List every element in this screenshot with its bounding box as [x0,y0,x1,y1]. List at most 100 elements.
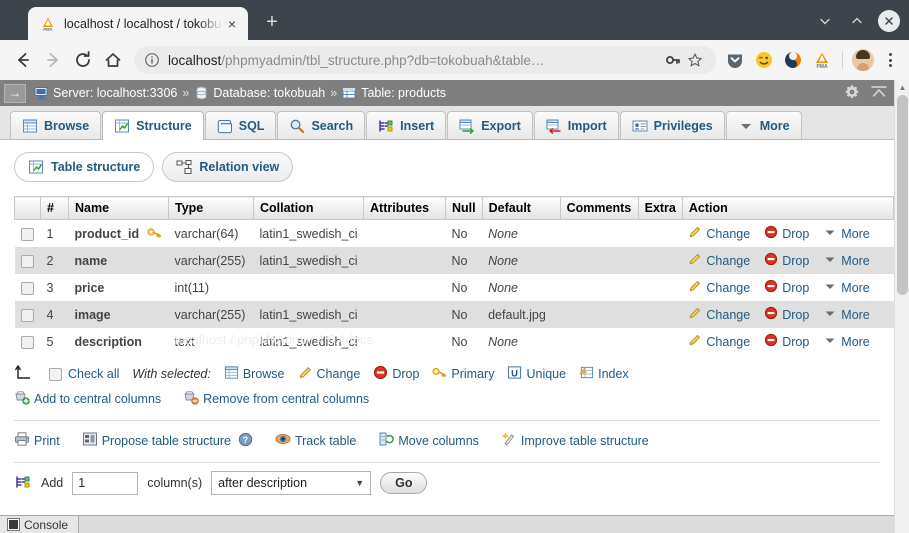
minimize-button[interactable] [811,8,839,34]
col-header-default[interactable]: Default [482,197,560,220]
close-window-button[interactable] [875,8,903,34]
subtab-table-structure[interactable]: Table structure [14,152,154,182]
emoji-icon[interactable] [751,47,777,73]
console-toggle-button[interactable]: Console [0,516,79,533]
tab-export[interactable]: Export [447,111,533,139]
row-checkbox-cell[interactable] [15,274,41,301]
tab-insert[interactable]: Insert [366,111,446,139]
collapse-up-icon[interactable] [870,84,888,103]
tab-sql[interactable]: SQL [205,111,277,139]
scroll-up-arrow[interactable]: ▲ [895,80,909,95]
forward-button[interactable] [38,45,68,75]
tab-privileges-label: Privileges [654,119,713,133]
tab-search[interactable]: Search [277,111,365,139]
check-all-checkbox[interactable]: Check all [49,367,119,381]
row-drop-action[interactable]: Drop [764,333,809,350]
new-tab-button[interactable]: + [258,9,286,37]
row-change-action[interactable]: Change [688,306,750,323]
add-to-central-columns[interactable]: Add to central columns [14,390,161,408]
row-checkbox[interactable] [21,228,34,241]
maximize-button[interactable] [843,8,871,34]
avatar[interactable] [850,47,876,73]
tab-structure[interactable]: Structure [102,111,204,140]
breadcrumb-toggle-button[interactable]: → [4,84,26,103]
row-more-action[interactable]: More [823,333,869,350]
row-more-action[interactable]: More [823,252,869,269]
tab-more[interactable]: More [726,111,802,139]
row-checkbox[interactable] [21,282,34,295]
row-drop-action[interactable]: Drop [764,225,809,242]
help-icon[interactable]: ? [238,432,253,450]
back-button[interactable] [8,45,38,75]
pocket-icon[interactable] [722,47,748,73]
star-icon[interactable] [684,52,706,68]
row-null: No [446,220,483,248]
col-header-comments[interactable]: Comments [560,197,638,220]
row-change-action[interactable]: Change [688,279,750,296]
propose-table-structure-action[interactable]: Propose table structure ? [82,431,253,450]
breadcrumb-item-server[interactable]: Server: localhost:3306 [34,86,177,100]
row-checkbox[interactable] [21,309,34,322]
tab-browse[interactable]: Browse [10,111,101,139]
address-bar[interactable]: localhost/phpmyadmin/tbl_structure.php?d… [134,46,716,74]
key-icon[interactable] [662,52,684,68]
browser-tab[interactable]: PMA localhost / localhost / tokobuah × [28,7,248,40]
subtab-relation-view[interactable]: Relation view [162,152,293,182]
page-scrollbar[interactable]: ▲ [894,80,909,533]
remove-from-central-columns[interactable]: Remove from central columns [183,390,369,408]
print-action[interactable]: Print [14,431,60,450]
tab-privileges[interactable]: Privileges [620,111,725,139]
with-selected-primary[interactable]: Primary [432,366,494,383]
tab-import[interactable]: Import [534,111,619,139]
row-checkbox-cell[interactable] [15,301,41,328]
row-checkbox[interactable] [21,255,34,268]
row-checkbox-cell[interactable] [15,328,41,355]
col-header-extra[interactable]: Extra [638,197,682,220]
with-selected-unique[interactable]: U Unique [507,365,566,383]
breadcrumb-item-database[interactable]: Database: tokobuah [194,86,325,100]
position-select[interactable]: after description ▼ [211,471,371,495]
breadcrumb-item-table[interactable]: Table: products [342,86,446,100]
yin-yang-icon[interactable] [780,47,806,73]
row-checkbox[interactable] [21,336,34,349]
col-header-type[interactable]: Type [169,197,254,220]
improve-table-structure-action[interactable]: Improve table structure [501,431,649,450]
row-more-action[interactable]: More [823,225,869,242]
with-selected-drop[interactable]: Drop [373,365,419,383]
column-count-input[interactable] [72,472,138,495]
info-circle-icon[interactable] [144,52,160,68]
col-header-select[interactable] [15,197,41,220]
row-drop-label: Drop [782,254,809,268]
row-checkbox-cell[interactable] [15,220,41,248]
close-tab-icon[interactable]: × [224,16,240,32]
row-drop-action[interactable]: Drop [764,279,809,296]
move-columns-action[interactable]: Move columns [378,431,479,450]
row-more-action[interactable]: More [823,306,869,323]
with-selected-change[interactable]: Change [298,365,361,383]
tab-sql-label: SQL [239,119,265,133]
col-header-attributes[interactable]: Attributes [364,197,446,220]
with-selected-index[interactable]: Index [579,365,629,383]
row-change-action[interactable]: Change [688,252,750,269]
col-header-null[interactable]: Null [446,197,483,220]
row-drop-action[interactable]: Drop [764,306,809,323]
row-more-action[interactable]: More [823,279,869,296]
go-button[interactable]: Go [380,472,427,494]
row-checkbox-cell[interactable] [15,247,41,274]
browser-menu-button[interactable] [879,47,901,73]
phpmyadmin-icon[interactable]: PMA [809,47,835,73]
row-change-action[interactable]: Change [688,225,750,242]
col-header-name[interactable]: Name [69,197,169,220]
check-all-box[interactable] [49,368,62,381]
row-comments [560,301,638,328]
row-drop-action[interactable]: Drop [764,252,809,269]
col-header-collation[interactable]: Collation [254,197,364,220]
reload-button[interactable] [68,45,98,75]
home-button[interactable] [98,45,128,75]
with-selected-browse[interactable]: Browse [224,365,285,383]
col-header-num[interactable]: # [41,197,69,220]
gear-icon[interactable] [844,84,860,103]
scrollbar-thumb[interactable] [897,95,908,295]
track-table-action[interactable]: Track table [275,431,356,450]
row-change-action[interactable]: Change [688,333,750,350]
